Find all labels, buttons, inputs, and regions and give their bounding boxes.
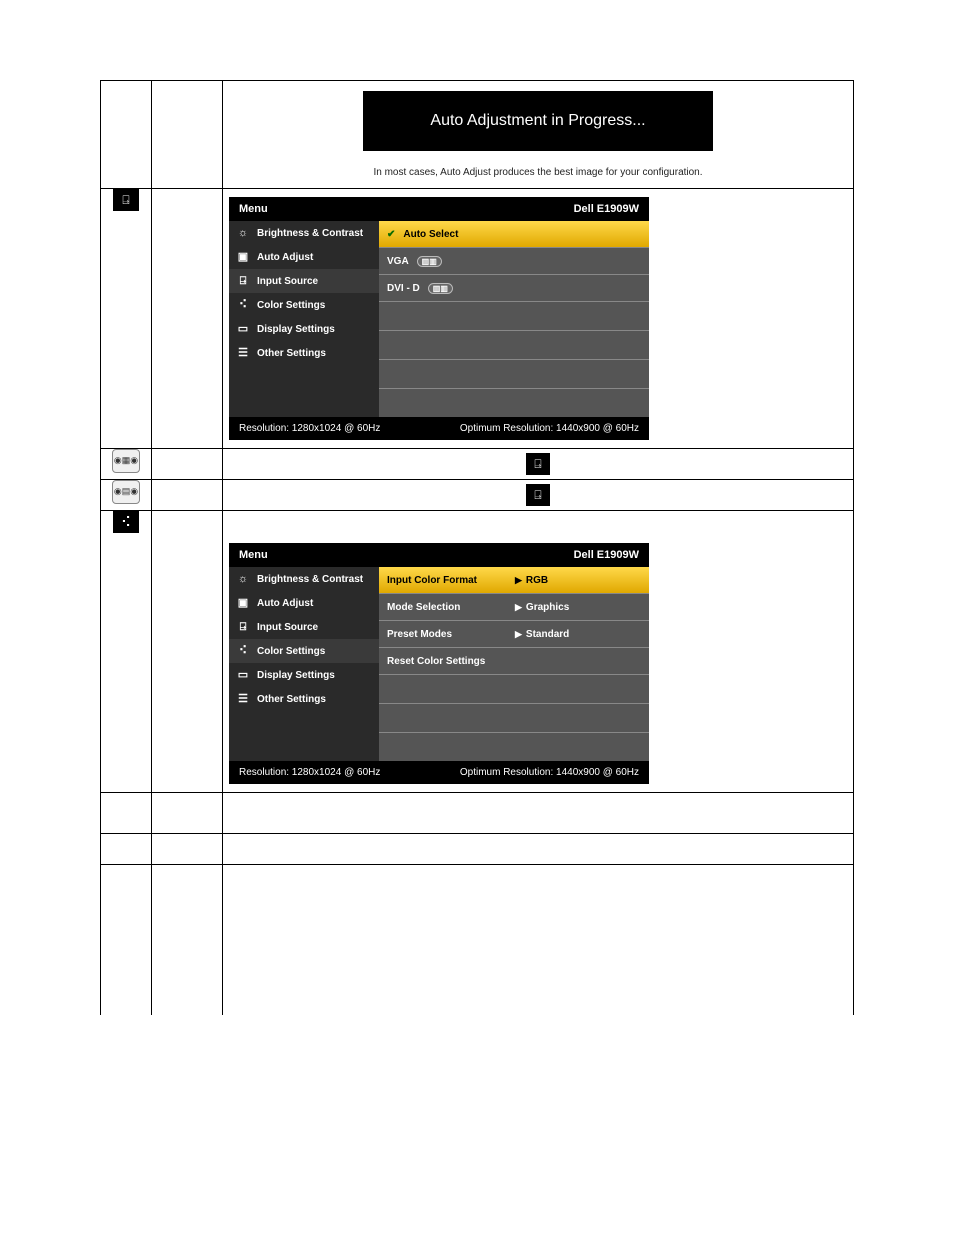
osd-nav-color-settings[interactable]: ⠪Color Settings <box>229 639 379 663</box>
cell-content-input-source-osd: Menu Dell E1909W ☼Brightness & Contrast … <box>223 189 854 449</box>
display-settings-icon: ▭ <box>235 668 251 682</box>
brightness-icon: ☼ <box>235 226 251 240</box>
osd-left-nav: ☼Brightness & Contrast ▣Auto Adjust ⍈Inp… <box>229 567 379 761</box>
auto-adjust-progress-dialog: Auto Adjustment in Progress... <box>363 91 713 151</box>
row-auto-adjust-progress: Auto Adjustment in Progress... In most c… <box>101 81 854 189</box>
triangle-icon: ▶ <box>515 602 522 612</box>
progress-text: Auto Adjustment in Progress... <box>430 112 645 129</box>
osd-input-source: Menu Dell E1909W ☼Brightness & Contrast … <box>229 197 649 440</box>
cell-label-color-settings <box>152 511 223 793</box>
osd-nav-other-settings[interactable]: ☰Other Settings <box>229 341 379 365</box>
vga-port-icon: ▥▥ <box>417 256 442 267</box>
input-select-button-icon[interactable]: ⍈ <box>526 484 550 506</box>
osd-nav-other-settings[interactable]: ☰Other Settings <box>229 687 379 711</box>
cell-content-progress: Auto Adjustment in Progress... In most c… <box>223 81 854 189</box>
cell-icon-dvi: ◉▤◉ <box>101 480 152 511</box>
cell-icon-color-settings: ⠪ <box>101 511 152 793</box>
osd-nav-brightness[interactable]: ☼Brightness & Contrast <box>229 221 379 245</box>
osd-model-label: Dell E1909W <box>574 203 639 215</box>
osd-menu-label: Menu <box>239 549 268 561</box>
input-source-nav-icon: ⍈ <box>235 620 251 634</box>
cell-label-dvi <box>152 480 223 511</box>
other-settings-icon: ☰ <box>235 346 251 360</box>
osd-option-auto-select[interactable]: ✔Auto Select <box>379 221 649 248</box>
osd-footer: Resolution: 1280x1024 @ 60Hz Optimum Res… <box>229 761 649 784</box>
dvi-connector-icon: ◉▤◉ <box>112 480 140 504</box>
color-settings-icon: ⠪ <box>235 298 251 312</box>
osd-nav-display-settings[interactable]: ▭Display Settings <box>229 663 379 687</box>
triangle-icon: ▶ <box>515 575 522 585</box>
cell-icon-vga: ◉▦◉ <box>101 449 152 480</box>
input-source-icon: ⍈ <box>113 189 139 211</box>
osd-nav-auto-adjust[interactable]: ▣Auto Adjust <box>229 245 379 269</box>
osd-header: Menu Dell E1909W <box>229 543 649 567</box>
cell-content-dvi: ⍈ <box>223 480 854 511</box>
triangle-icon: ▶ <box>515 629 522 639</box>
cell-content-vga: ⍈ <box>223 449 854 480</box>
display-settings-icon: ▭ <box>235 322 251 336</box>
cell-label-vga <box>152 449 223 480</box>
vga-connector-icon: ◉▦◉ <box>112 449 140 473</box>
osd-nav-color-settings[interactable]: ⠪Color Settings <box>229 293 379 317</box>
row-vga-connector: ◉▦◉ ⍈ <box>101 449 854 480</box>
other-settings-icon: ☰ <box>235 692 251 706</box>
cell-label-input-source <box>152 189 223 449</box>
osd-nav-input-source[interactable]: ⍈Input Source <box>229 615 379 639</box>
cell-label-empty <box>152 81 223 189</box>
row-input-source: ⍈ Menu Dell E1909W ☼Brightness & Contras… <box>101 189 854 449</box>
osd-option-preset-modes[interactable]: Preset Modes ▶Standard <box>379 621 649 648</box>
auto-adjust-icon: ▣ <box>235 250 251 264</box>
row-blank-1 <box>101 793 854 834</box>
color-settings-cell-icon: ⠪ <box>113 511 139 533</box>
osd-footer-optimum: Optimum Resolution: 1440x900 @ 60Hz <box>460 767 639 778</box>
row-blank-2 <box>101 834 854 865</box>
osd-nav-auto-adjust[interactable]: ▣Auto Adjust <box>229 591 379 615</box>
osd-footer-optimum: Optimum Resolution: 1440x900 @ 60Hz <box>460 423 639 434</box>
color-settings-icon: ⠪ <box>235 644 251 658</box>
input-select-button-icon[interactable]: ⍈ <box>526 453 550 475</box>
osd-nav-display-settings[interactable]: ▭Display Settings <box>229 317 379 341</box>
brightness-icon: ☼ <box>235 572 251 586</box>
osd-option-input-color-format[interactable]: Input Color Format ▶RGB <box>379 567 649 594</box>
osd-right-panel: ✔Auto Select VGA▥▥ DVI - D▥▥ <box>379 221 649 417</box>
osd-option-vga[interactable]: VGA▥▥ <box>379 248 649 275</box>
osd-right-panel: Input Color Format ▶RGB Mode Selection ▶… <box>379 567 649 761</box>
osd-nav-input-source[interactable]: ⍈Input Source <box>229 269 379 293</box>
osd-footer-resolution: Resolution: 1280x1024 @ 60Hz <box>239 767 380 778</box>
check-icon: ✔ <box>387 229 395 240</box>
cell-content-color-settings-osd: Menu Dell E1909W ☼Brightness & Contrast … <box>223 511 854 793</box>
row-blank-3 <box>101 865 854 1016</box>
row-color-settings: ⠪ Menu Dell E1909W ☼Brightness & Contras… <box>101 511 854 793</box>
osd-model-label: Dell E1909W <box>574 549 639 561</box>
dvi-port-icon: ▥▥ <box>428 283 453 294</box>
row-dvi-connector: ◉▤◉ ⍈ <box>101 480 854 511</box>
osd-color-settings: Menu Dell E1909W ☼Brightness & Contrast … <box>229 543 649 784</box>
osd-nav-brightness[interactable]: ☼Brightness & Contrast <box>229 567 379 591</box>
osd-option-reset-color[interactable]: Reset Color Settings <box>379 648 649 675</box>
cell-icon-input-source: ⍈ <box>101 189 152 449</box>
osd-menu-label: Menu <box>239 203 268 215</box>
osd-option-mode-selection[interactable]: Mode Selection ▶Graphics <box>379 594 649 621</box>
osd-footer-resolution: Resolution: 1280x1024 @ 60Hz <box>239 423 380 434</box>
input-source-nav-icon: ⍈ <box>235 274 251 288</box>
auto-adjust-caption: In most cases, Auto Adjust produces the … <box>223 161 853 188</box>
osd-header: Menu Dell E1909W <box>229 197 649 221</box>
cell-icon-empty <box>101 81 152 189</box>
osd-option-dvid[interactable]: DVI - D▥▥ <box>379 275 649 302</box>
osd-footer: Resolution: 1280x1024 @ 60Hz Optimum Res… <box>229 417 649 440</box>
auto-adjust-icon: ▣ <box>235 596 251 610</box>
osd-left-nav: ☼Brightness & Contrast ▣Auto Adjust ⍈Inp… <box>229 221 379 417</box>
